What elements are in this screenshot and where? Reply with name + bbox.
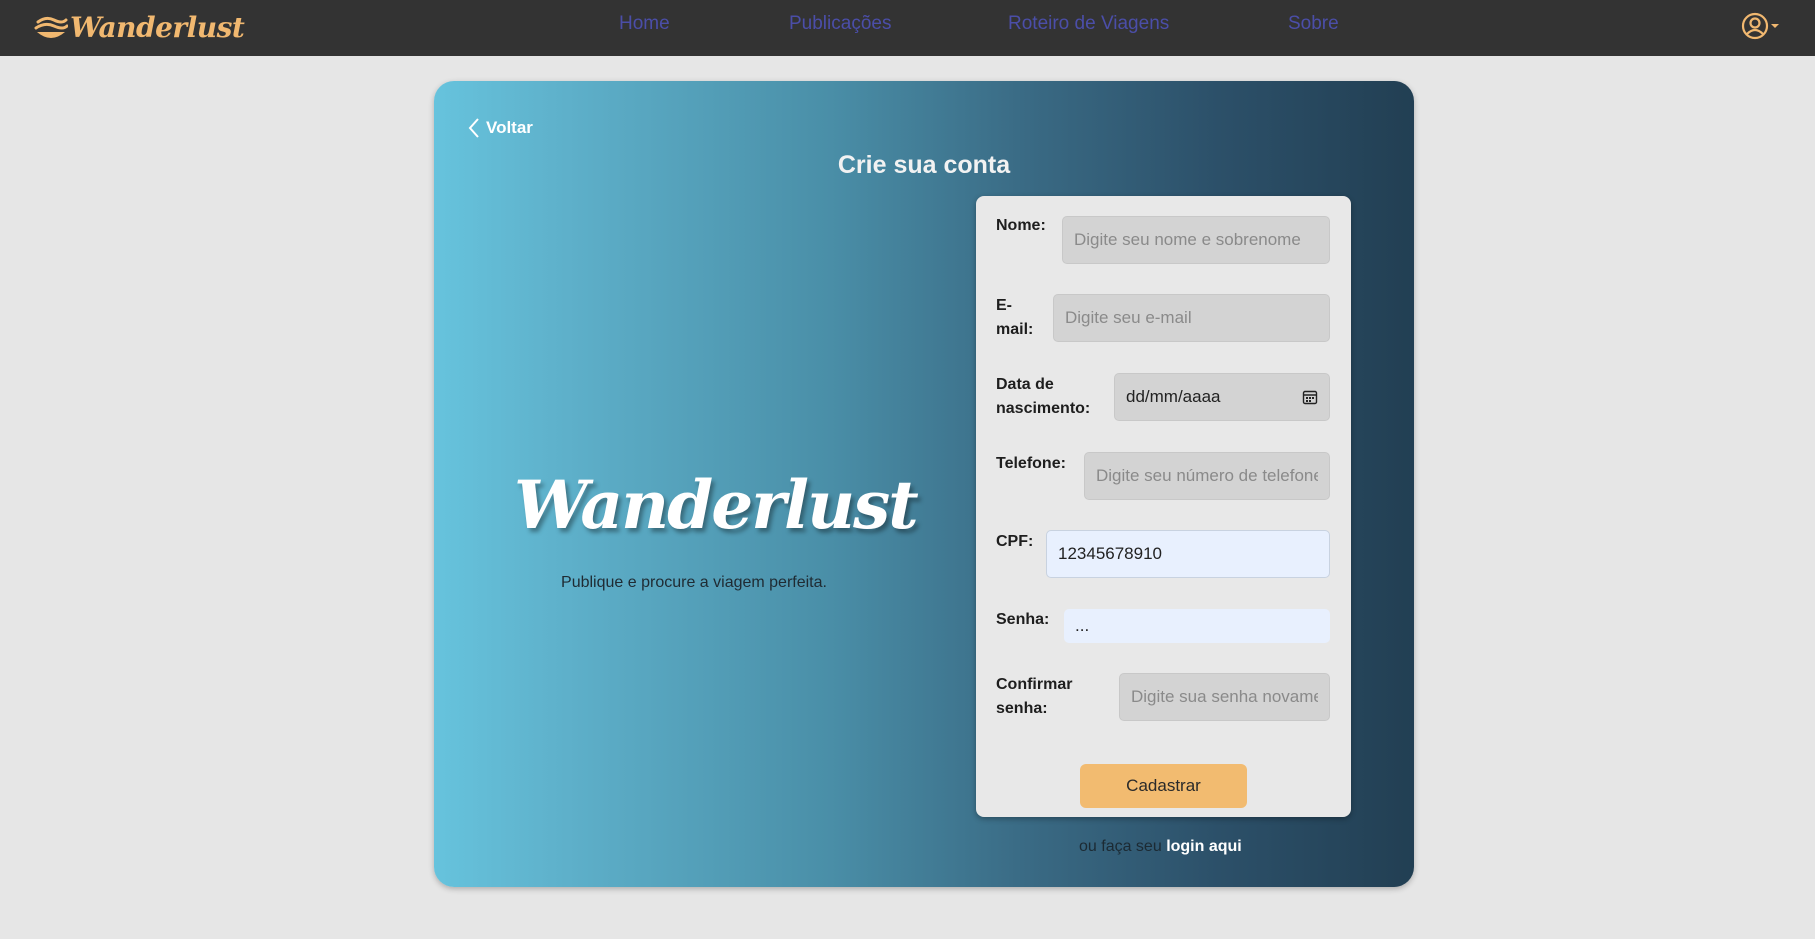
nav-link-home[interactable]: Home bbox=[619, 13, 670, 35]
brand-name: Wanderlust bbox=[70, 10, 245, 44]
confirm-password-label-line2: senha: bbox=[996, 700, 1048, 717]
cpf-input[interactable] bbox=[1046, 530, 1330, 578]
page-title: Crie sua conta bbox=[837, 151, 1011, 179]
password-input[interactable] bbox=[1064, 609, 1330, 643]
brand-hero-text: Wanderlust bbox=[514, 466, 919, 544]
email-label-line1: E- bbox=[996, 297, 1012, 314]
nav-link-roteiro[interactable]: Roteiro de Viagens bbox=[1008, 13, 1169, 35]
wave-logo-icon bbox=[34, 16, 68, 38]
birthdate-label: Data de nascimento: bbox=[996, 373, 1090, 421]
nav-link-publicacoes[interactable]: Publicações bbox=[789, 13, 891, 35]
email-label: E- mail: bbox=[996, 294, 1033, 342]
user-circle-icon bbox=[1741, 12, 1769, 40]
user-menu[interactable] bbox=[1741, 12, 1781, 40]
name-input[interactable] bbox=[1062, 216, 1330, 264]
phone-input[interactable] bbox=[1084, 452, 1330, 500]
top-navbar: Wanderlust Home Publicações Roteiro de V… bbox=[0, 0, 1815, 56]
confirm-password-label-line1: Confirmar bbox=[996, 676, 1073, 693]
nav-link-sobre[interactable]: Sobre bbox=[1288, 13, 1339, 35]
confirm-password-input[interactable] bbox=[1119, 673, 1330, 721]
phone-label: Telefone: bbox=[996, 455, 1066, 472]
brand-tagline: Publique e procure a viagem perfeita. bbox=[561, 574, 827, 591]
confirm-password-label: Confirmar senha: bbox=[996, 673, 1072, 721]
calendar-icon[interactable] bbox=[1302, 389, 1318, 405]
login-prompt: ou faça seu login aqui bbox=[1079, 838, 1259, 856]
signup-form: Nome: E- mail: Data de nascimento: dd/mm… bbox=[976, 196, 1351, 817]
signup-card: Voltar Crie sua conta Wanderlust Publiqu… bbox=[434, 81, 1414, 887]
birthdate-input[interactable]: dd/mm/aaaa bbox=[1114, 373, 1330, 421]
cpf-label: CPF: bbox=[996, 533, 1034, 550]
brand-logo[interactable]: Wanderlust bbox=[34, 10, 245, 44]
email-label-line2: mail: bbox=[996, 321, 1034, 338]
email-input[interactable] bbox=[1053, 294, 1330, 342]
password-label: Senha: bbox=[996, 611, 1050, 628]
birthdate-value: dd/mm/aaaa bbox=[1126, 387, 1221, 406]
back-button[interactable]: Voltar bbox=[468, 117, 533, 139]
chevron-left-icon bbox=[468, 118, 479, 138]
birthdate-label-line2: nascimento: bbox=[996, 400, 1091, 417]
login-link[interactable]: login aqui bbox=[1166, 838, 1242, 855]
name-label: Nome: bbox=[996, 217, 1046, 234]
caret-down-icon bbox=[1771, 24, 1779, 28]
back-label: Voltar bbox=[486, 118, 533, 137]
submit-button[interactable]: Cadastrar bbox=[1080, 764, 1247, 808]
login-prefix: ou faça seu bbox=[1079, 838, 1162, 855]
birthdate-label-line1: Data de bbox=[996, 376, 1054, 393]
